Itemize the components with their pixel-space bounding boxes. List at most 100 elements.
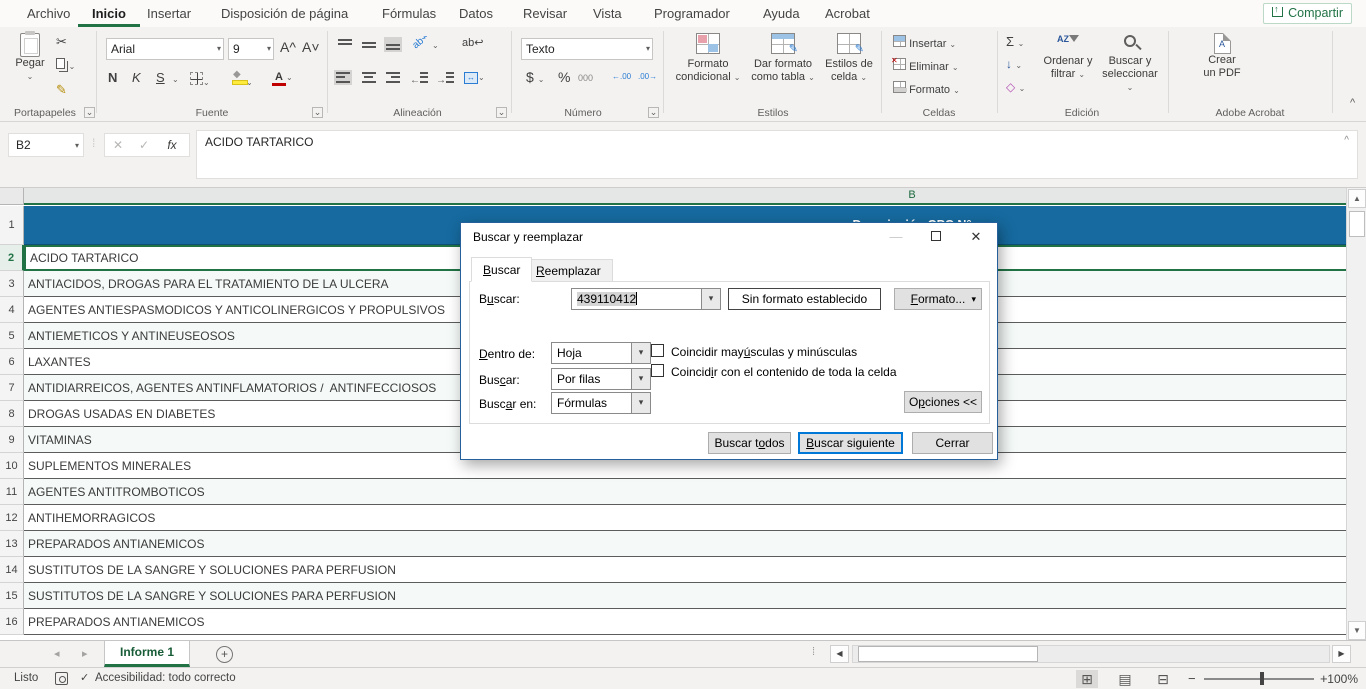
column-header-b[interactable]: B — [24, 188, 1346, 205]
tab-inicio[interactable]: Inicio — [78, 0, 140, 27]
collapse-formula-bar-button[interactable]: ^ — [1344, 135, 1349, 146]
row-header-14[interactable]: 14 — [0, 557, 24, 583]
decrease-indent-button[interactable]: ← — [410, 72, 428, 86]
zoom-out-button[interactable]: − — [1188, 671, 1196, 686]
underline-chevron[interactable]: ⌄ — [172, 75, 179, 84]
increase-indent-button[interactable]: → — [436, 72, 454, 86]
scroll-up-arrow[interactable]: ▲ — [1348, 189, 1366, 208]
font-size-combo[interactable]: 9▾ — [228, 38, 274, 60]
tab-datos[interactable]: Datos — [445, 0, 507, 27]
tab-disposicion[interactable]: Disposición de página — [207, 0, 362, 27]
name-box[interactable]: B2▾ — [8, 133, 84, 157]
row-header-10[interactable]: 10 — [0, 453, 24, 479]
within-combo[interactable]: Hoja▾ — [551, 342, 651, 364]
zoom-level[interactable]: 100% — [1327, 672, 1358, 686]
cancel-entry-button[interactable]: ✕ — [105, 134, 131, 156]
horizontal-scroll-thumb[interactable] — [858, 646, 1038, 662]
format-as-table-button[interactable]: ✎ Dar formato como tabla ⌄ — [750, 33, 816, 84]
clear-button[interactable]: ◇ ⌄ — [1006, 80, 1025, 94]
borders-button[interactable]: ⌄ — [190, 72, 210, 88]
autosum-button[interactable]: Σ ⌄ — [1006, 34, 1024, 49]
format-painter-button[interactable]: ✎ — [56, 82, 67, 98]
row-header-13[interactable]: 13 — [0, 531, 24, 557]
tab-revisar[interactable]: Revisar — [509, 0, 581, 27]
decrease-decimal-button[interactable]: .00→ — [638, 73, 657, 81]
find-select-button[interactable]: Buscar y seleccionar ⌄ — [1098, 33, 1162, 94]
increase-decimal-button[interactable]: ←.00 — [612, 73, 631, 81]
share-button[interactable]: Compartir — [1263, 3, 1352, 24]
merge-center-button[interactable]: ↔⌄ — [464, 71, 485, 84]
search-order-combo[interactable]: Por filas▾ — [551, 368, 651, 390]
vertical-scroll-thumb[interactable] — [1349, 211, 1365, 237]
view-page-break-button[interactable]: ⊟ — [1152, 670, 1174, 688]
numero-dialog-launcher[interactable]: ⌄ — [648, 107, 659, 118]
row-header-3[interactable]: 3 — [0, 271, 24, 297]
fill-color-button[interactable]: ⌄ — [232, 72, 253, 88]
minimize-icon[interactable]: — — [879, 229, 913, 244]
vertical-scrollbar[interactable]: ▲ ▼ — [1346, 188, 1366, 640]
find-what-combo[interactable]: 439110412 ▾ — [571, 288, 721, 310]
fuente-dialog-launcher[interactable]: ⌄ — [312, 107, 323, 118]
sheet-nav-right[interactable]: ▸ — [82, 641, 88, 667]
tab-insertar[interactable]: Insertar — [133, 0, 205, 27]
view-page-layout-button[interactable]: ▤ — [1114, 670, 1136, 688]
cut-button[interactable]: ✂ — [56, 34, 67, 50]
close-icon[interactable]: ✕ — [959, 229, 993, 245]
orientation-chevron[interactable]: ⌄ — [432, 41, 439, 50]
match-entire-cell-checkbox[interactable] — [651, 364, 664, 377]
confirm-entry-button[interactable]: ✓ — [131, 134, 157, 156]
match-case-checkbox[interactable] — [651, 344, 664, 357]
tab-acrobat[interactable]: Acrobat — [811, 0, 884, 27]
grid-cell-b12[interactable]: ANTIHEMORRAGICOS — [24, 505, 1366, 531]
row-header-11[interactable]: 11 — [0, 479, 24, 505]
grid-cell-b13[interactable]: PREPARADOS ANTIANEMICOS — [24, 531, 1366, 557]
tab-vista[interactable]: Vista — [579, 0, 636, 27]
maximize-icon[interactable] — [919, 229, 953, 244]
row-header-9[interactable]: 9 — [0, 427, 24, 453]
copy-button[interactable]: ⌄ — [56, 57, 75, 72]
add-sheet-button[interactable]: + — [216, 646, 233, 663]
row-header-1[interactable]: 1 — [0, 206, 24, 245]
grid-cell-b14[interactable]: SUSTITUTOS DE LA SANGRE Y SOLUCIONES PAR… — [24, 557, 1366, 583]
number-format-combo[interactable]: Texto▾ — [521, 38, 653, 60]
underline-button[interactable]: S — [156, 70, 165, 85]
conditional-formatting-button[interactable]: Formato condicional ⌄ — [671, 33, 745, 84]
alineacion-dialog-launcher[interactable]: ⌄ — [496, 107, 507, 118]
comma-style-button[interactable]: 000 — [578, 73, 593, 83]
align-top-button[interactable] — [338, 39, 352, 53]
look-in-combo[interactable]: Fórmulas▾ — [551, 392, 651, 414]
align-bottom-button[interactable] — [386, 39, 400, 53]
font-color-button[interactable]: A⌄ — [272, 71, 293, 85]
sort-filter-button[interactable]: AZ Ordenar y filtrar ⌄ — [1040, 33, 1096, 81]
bold-button[interactable]: N — [108, 70, 117, 85]
scroll-down-arrow[interactable]: ▼ — [1348, 621, 1366, 640]
macro-record-icon[interactable] — [55, 672, 68, 685]
tab-archivo[interactable]: Archivo — [13, 0, 84, 27]
shrink-font-button[interactable]: A˅ — [302, 39, 320, 55]
accessibility-status[interactable]: Accesibilidad: todo correcto — [95, 672, 236, 684]
find-what-dropdown-icon[interactable]: ▾ — [701, 289, 720, 309]
row-header-5[interactable]: 5 — [0, 323, 24, 349]
scrollbar-resize-handle[interactable]: ⁞ — [812, 646, 814, 658]
portapapeles-dialog-launcher[interactable]: ⌄ — [84, 107, 95, 118]
select-all-corner[interactable] — [0, 188, 24, 205]
orientation-button[interactable]: ab⌁ — [410, 32, 430, 51]
wrap-text-button[interactable]: ab↩ — [462, 36, 483, 49]
row-header-4[interactable]: 4 — [0, 297, 24, 323]
font-name-combo[interactable]: Arial▾ — [106, 38, 224, 60]
format-button[interactable]: Formato... ▾ — [894, 288, 982, 310]
row-header-7[interactable]: 7 — [0, 375, 24, 401]
align-left-button[interactable] — [336, 72, 350, 86]
row-header-16[interactable]: 16 — [0, 609, 24, 635]
tab-programador[interactable]: Programador — [640, 0, 744, 27]
dialog-tab-buscar[interactable]: Buscar — [471, 257, 532, 282]
hscroll-left-arrow[interactable]: ◀ — [830, 645, 849, 663]
close-button[interactable]: Cerrar — [912, 432, 993, 454]
currency-button[interactable]: $ ⌄ — [526, 69, 544, 85]
dialog-tab-reemplazar[interactable]: Reemplazar — [524, 259, 613, 282]
grid-cell-b15[interactable]: SUSTITUTOS DE LA SANGRE Y SOLUCIONES PAR… — [24, 583, 1366, 609]
tab-ayuda[interactable]: Ayuda — [749, 0, 814, 27]
align-middle-button[interactable] — [362, 39, 376, 53]
insert-function-button[interactable]: fx — [159, 134, 185, 156]
find-all-button[interactable]: Buscar todos — [708, 432, 791, 454]
